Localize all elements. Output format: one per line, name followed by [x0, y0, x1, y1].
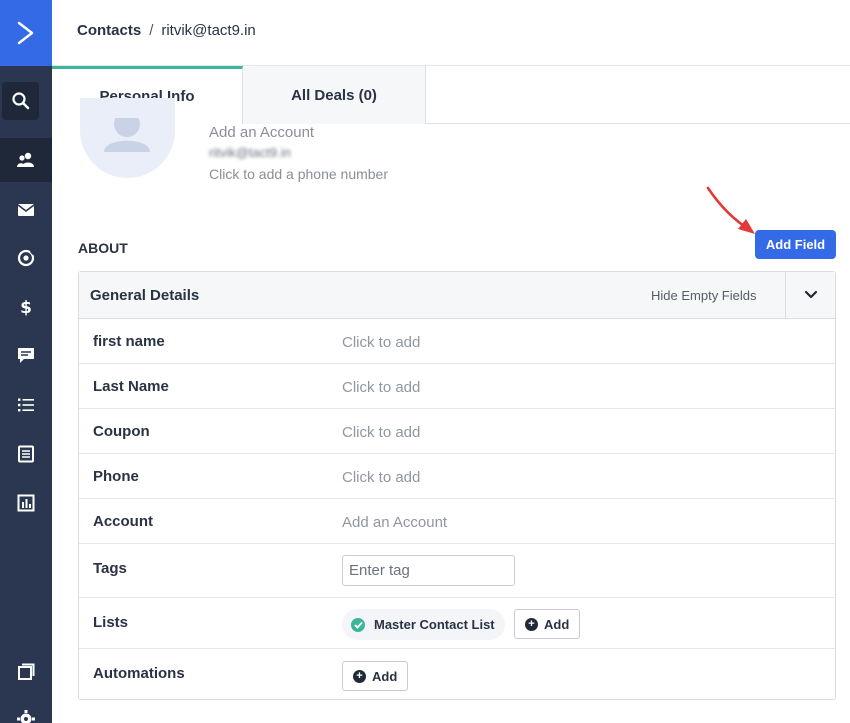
field-value[interactable]: Click to add — [342, 424, 420, 441]
field-value[interactable]: Click to add — [342, 469, 420, 486]
breadcrumb: Contacts / ritvik@tact9.in — [77, 22, 256, 39]
field-value[interactable]: Click to add — [342, 334, 420, 351]
svg-text:$: $ — [20, 298, 32, 317]
avatar — [80, 98, 175, 178]
reports-icon[interactable] — [0, 481, 52, 525]
top-bar: Contacts / ritvik@tact9.in — [52, 0, 850, 66]
search-icon[interactable] — [2, 82, 39, 120]
breadcrumb-contacts-link[interactable]: Contacts — [77, 22, 141, 39]
dollar-icon[interactable]: $ — [0, 285, 52, 329]
field-row-phone: Phone Click to add — [79, 454, 835, 499]
field-label: Last Name — [93, 378, 169, 395]
lists-icon[interactable] — [0, 383, 52, 427]
conversations-icon[interactable] — [0, 333, 52, 377]
general-details-panel: General Details Hide Empty Fields first … — [78, 271, 836, 700]
chevron-down-icon — [804, 290, 817, 299]
field-label: Phone — [93, 468, 139, 485]
plus-circle-icon: + — [353, 669, 366, 683]
pages-icon[interactable] — [0, 650, 52, 694]
field-row-last-name: Last Name Click to add — [79, 364, 835, 409]
add-account-link[interactable]: Add an Account — [209, 124, 314, 141]
panel-title: General Details — [90, 287, 200, 304]
contact-email: ritvik@tact9.in — [209, 145, 291, 160]
add-automation-label: Add — [372, 668, 398, 684]
field-row-coupon: Coupon Click to add — [79, 409, 835, 454]
about-heading: ABOUT — [78, 240, 128, 256]
panel-header: General Details Hide Empty Fields — [79, 272, 835, 319]
field-row-tags: Tags — [79, 544, 835, 598]
add-phone-link[interactable]: Click to add a phone number — [209, 166, 388, 182]
contacts-icon[interactable] — [0, 138, 52, 182]
field-label: Coupon — [93, 423, 150, 440]
field-row-first-name: first name Click to add — [79, 319, 835, 364]
field-row-automations: Automations + Add — [79, 649, 835, 699]
logo-chevron-icon[interactable] — [0, 0, 52, 66]
add-automation-button[interactable]: + Add — [342, 661, 409, 691]
breadcrumb-separator: / — [149, 22, 154, 39]
list-chip-label: Master Contact List — [374, 617, 495, 632]
field-row-account: Account Add an Account — [79, 499, 835, 544]
red-arrow-annotation — [706, 186, 755, 234]
field-label: Account — [93, 513, 153, 530]
check-circle-icon — [351, 617, 365, 632]
settings-icon[interactable] — [0, 697, 52, 723]
field-label: first name — [93, 333, 165, 350]
field-label: Automations — [93, 665, 185, 682]
breadcrumb-current: ritvik@tact9.in — [161, 22, 256, 39]
add-list-label: Add — [544, 616, 570, 632]
field-row-lists: Lists Master Contact List + Add — [79, 598, 835, 649]
add-field-button[interactable]: Add Field — [755, 230, 836, 259]
field-value[interactable]: Click to add — [342, 379, 420, 396]
field-value[interactable]: Add an Account — [342, 514, 447, 531]
tab-all-deals[interactable]: All Deals (0) — [243, 66, 426, 124]
add-list-button[interactable]: + Add — [514, 609, 581, 639]
tag-input[interactable] — [342, 555, 515, 586]
forms-icon[interactable] — [0, 432, 52, 476]
plus-circle-icon: + — [525, 617, 538, 631]
field-label: Tags — [93, 560, 127, 577]
automation-icon[interactable] — [0, 236, 52, 280]
list-chip[interactable]: Master Contact List — [342, 609, 505, 640]
field-label: Lists — [93, 614, 129, 631]
hide-empty-fields-toggle[interactable]: Hide Empty Fields — [651, 288, 756, 303]
left-nav-rail: $ — [0, 0, 52, 723]
email-icon[interactable] — [0, 188, 52, 232]
collapse-button[interactable] — [785, 272, 835, 318]
